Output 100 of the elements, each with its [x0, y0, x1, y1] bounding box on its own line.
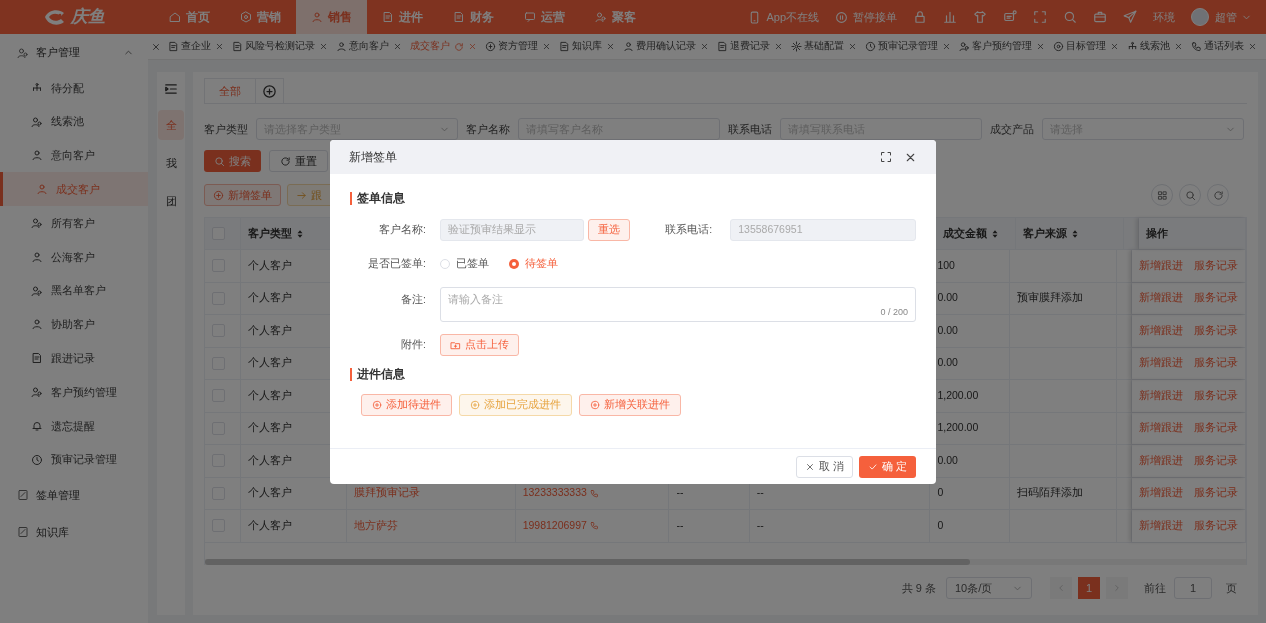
page-tab[interactable]: 基础配置 [787, 34, 861, 59]
action-link[interactable]: 服务记录 [1194, 387, 1238, 404]
action-link[interactable]: 服务记录 [1194, 257, 1238, 274]
columns-icon[interactable] [943, 10, 957, 24]
action-link[interactable]: 新增跟进 [1139, 257, 1183, 274]
nav-tab[interactable]: 进件 [367, 0, 438, 34]
sidebar-item[interactable]: 协助客户 [0, 307, 148, 342]
action-link[interactable]: 服务记录 [1194, 290, 1238, 307]
add-sign-button[interactable]: 新增签单 [204, 184, 281, 206]
status-button[interactable]: 暂停接单 [835, 8, 897, 26]
sidebar-item[interactable]: 待分配 [0, 71, 148, 105]
sidebar-item[interactable]: 线索池 [0, 104, 148, 139]
sidebar-group[interactable]: 知识库 [0, 513, 148, 551]
send-icon[interactable] [1123, 10, 1137, 24]
search-icon[interactable] [1063, 10, 1077, 24]
nav-tab[interactable]: 销售 [296, 0, 367, 34]
sidebar-item[interactable]: 预审记录管理 [0, 442, 148, 477]
fullscreen-icon[interactable] [880, 151, 892, 163]
shirt-icon[interactable] [973, 10, 987, 24]
lock-icon[interactable] [913, 10, 927, 24]
page-tab[interactable]: 风险号检测记录 [228, 34, 332, 59]
radio-option[interactable]: 待签单 [509, 256, 558, 272]
message-icon[interactable] [1003, 10, 1017, 24]
user-name[interactable]: 超管 [1215, 8, 1237, 26]
action-link[interactable]: 新增跟进 [1139, 485, 1183, 502]
sidebar-item[interactable]: 所有客户 [0, 206, 148, 240]
sidebar-item[interactable]: 跟进记录 [0, 341, 148, 376]
action-link[interactable]: 新增跟进 [1139, 452, 1183, 469]
customer-link[interactable]: 地方萨芬 [354, 517, 398, 534]
search-button[interactable]: 搜索 [204, 150, 261, 172]
sidebar-item[interactable]: 黑名单客户 [0, 273, 148, 308]
sidebar-group[interactable]: 签单管理 [0, 476, 148, 514]
sort-icon[interactable] [295, 228, 305, 239]
phone-link[interactable]: 13233333333 [522, 485, 599, 502]
sort-icon[interactable] [990, 228, 1000, 239]
sidebar-item[interactable]: 公海客户 [0, 240, 148, 274]
action-link[interactable]: 服务记录 [1194, 322, 1238, 339]
scope-tab[interactable]: 团 [158, 186, 184, 216]
nav-tab[interactable]: 财务 [438, 0, 509, 34]
radio[interactable] [509, 259, 519, 269]
page-tab[interactable]: 通话列表 [1187, 34, 1261, 59]
page-tab[interactable]: 成交客户 [406, 34, 481, 59]
action-link[interactable]: 服务记录 [1194, 517, 1238, 534]
action-link[interactable]: 新增跟进 [1139, 517, 1183, 534]
action-link[interactable]: 新增跟进 [1139, 355, 1183, 372]
action-link[interactable]: 服务记录 [1194, 420, 1238, 437]
page-tab[interactable]: 目标管理 [1049, 34, 1123, 59]
add-application-button[interactable]: 添加待进件 [361, 394, 452, 416]
table-cell-text: 个人客户 [247, 257, 292, 273]
environment-label[interactable]: 环境 [1153, 8, 1175, 26]
collapse-icon[interactable] [164, 82, 178, 96]
page-input[interactable]: 1 [1174, 577, 1212, 599]
scrollbar-thumb[interactable] [205, 559, 970, 565]
action-link[interactable]: 新增跟进 [1139, 420, 1183, 437]
sidebar-item[interactable]: 客户预约管理 [0, 375, 148, 409]
refresh-icon[interactable] [454, 41, 464, 52]
action-link[interactable]: 新增跟进 [1139, 322, 1183, 339]
remark-textarea[interactable]: 请输入备注 0 / 200 [440, 287, 916, 322]
avatar[interactable] [1191, 8, 1209, 26]
page-tab[interactable]: 客户预约管理 [955, 34, 1049, 59]
confirm-button[interactable]: 确 定 [859, 455, 916, 478]
page-tab[interactable]: 费用确认记录 [619, 34, 713, 59]
action-link[interactable]: 服务记录 [1194, 485, 1238, 502]
page-tab[interactable]: 线索池 [1123, 34, 1187, 59]
page-tab[interactable]: 意向客户 [332, 34, 406, 59]
action-link[interactable]: 服务记录 [1194, 452, 1238, 469]
customer-link[interactable]: 膜拜预审记录 [354, 485, 420, 502]
cancel-button[interactable]: 取 消 [796, 455, 853, 478]
plus-circle-icon[interactable] [262, 83, 277, 99]
status-button[interactable]: App不在线 [748, 8, 819, 26]
reset-button[interactable]: 重置 [269, 150, 328, 172]
upload-button[interactable]: 点击上传 [440, 334, 519, 356]
sidebar-item[interactable]: 成交客户 [0, 172, 148, 207]
sidebar-item[interactable]: 遗忘提醒 [0, 408, 148, 443]
radio[interactable] [440, 259, 450, 269]
scope-tab[interactable]: 全 [158, 110, 184, 140]
page-tab[interactable]: 资方管理 [481, 34, 555, 59]
phone-link[interactable]: 19981206997 [522, 517, 599, 534]
briefcase-icon[interactable] [1093, 10, 1107, 24]
scope-tab[interactable]: 我 [158, 148, 184, 178]
reselect-button[interactable]: 重选 [588, 219, 631, 241]
add-application-button[interactable]: 添加已完成进件 [459, 394, 572, 416]
add-application-button[interactable]: 新增关联进件 [579, 394, 681, 416]
page-tab[interactable]: 退费记录 [713, 34, 787, 59]
nav-tab[interactable]: 首页 [154, 0, 225, 34]
page-tab[interactable]: 查企业 [164, 34, 228, 59]
action-link[interactable]: 服务记录 [1194, 355, 1238, 372]
nav-tab[interactable]: 营销 [225, 0, 296, 34]
page-button[interactable]: 1 [1078, 577, 1100, 599]
section-title: 进件信息 [350, 368, 916, 381]
radio-option[interactable]: 已签单 [440, 256, 489, 272]
sort-icon[interactable] [1070, 228, 1080, 239]
page-size-select[interactable]: 10条/页 [946, 577, 1032, 599]
action-link[interactable]: 新增跟进 [1139, 290, 1183, 307]
nav-tab[interactable]: 运营 [509, 0, 580, 34]
nav-tab[interactable]: 聚客 [580, 0, 651, 34]
page-tab[interactable]: 知识库 [555, 34, 619, 59]
action-link[interactable]: 新增跟进 [1139, 387, 1183, 404]
page-tab[interactable]: 预审记录管理 [861, 34, 955, 59]
sidebar-group[interactable]: 客户管理 [0, 34, 148, 71]
